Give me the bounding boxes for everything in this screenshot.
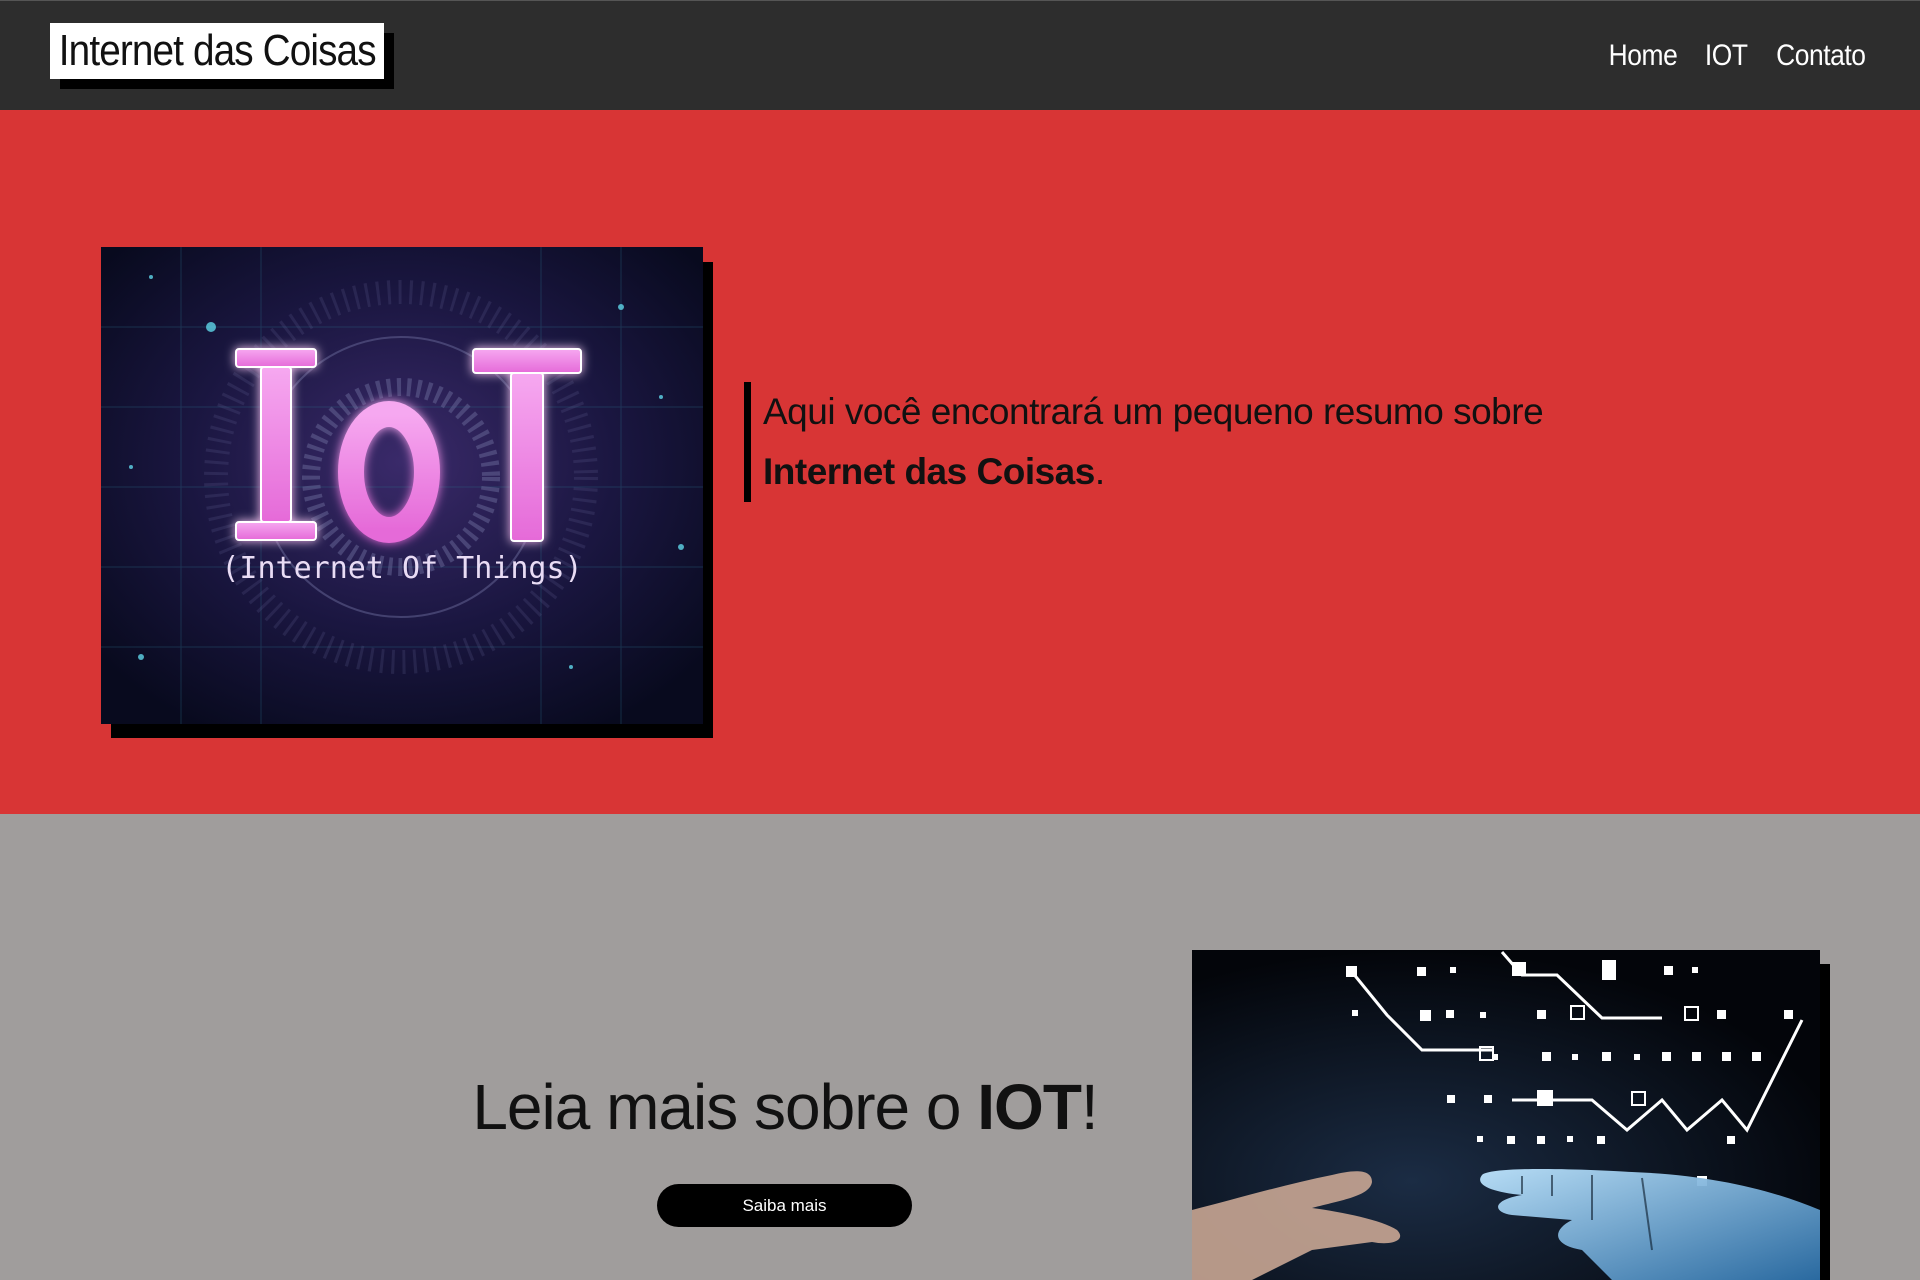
- read-more-text-bold: IOT: [977, 1071, 1082, 1143]
- hero-description: Aqui você encontrará um pequeno resumo s…: [744, 382, 1624, 502]
- hero-text-after: .: [1094, 451, 1105, 492]
- robot-hand-image: [1192, 950, 1820, 1280]
- logo-box: Internet das Coisas: [50, 23, 384, 79]
- nav-contato[interactable]: Contato: [1777, 39, 1867, 73]
- hero-text-bold: Internet das Coisas: [763, 451, 1095, 492]
- site-logo[interactable]: Internet das Coisas: [50, 23, 394, 89]
- saiba-mais-button[interactable]: Saiba mais: [657, 1184, 912, 1227]
- nav-home[interactable]: Home: [1609, 39, 1678, 73]
- read-more-heading: Leia mais sobre o IOT!: [470, 1070, 1100, 1144]
- hero-text-before: Aqui você encontrará um pequeno resumo s…: [763, 391, 1544, 432]
- iot-hero-image: (Internet Of Things): [101, 247, 703, 724]
- read-more-text-after: !: [1080, 1071, 1099, 1143]
- iot-image-caption: (Internet Of Things): [221, 551, 582, 586]
- main-nav: Home IOT Contato: [1604, 39, 1872, 73]
- nav-iot[interactable]: IOT: [1705, 39, 1748, 73]
- read-more-text-before: Leia mais sobre o: [472, 1071, 978, 1143]
- site-header: Internet das Coisas Home IOT Contato: [0, 0, 1920, 110]
- logo-text: Internet das Coisas: [50, 23, 377, 79]
